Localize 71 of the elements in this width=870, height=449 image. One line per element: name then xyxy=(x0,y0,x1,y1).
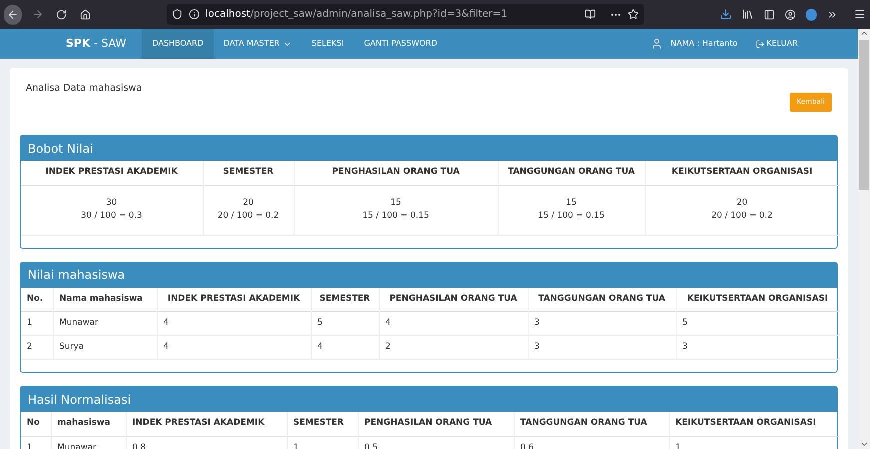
page-title: Analisa Data mahasiswa xyxy=(26,82,142,96)
column-header: INDEK PRESTASI AKADEMIK xyxy=(157,288,311,312)
scroll-up-icon[interactable] xyxy=(860,29,868,38)
table-cell: Surya xyxy=(53,336,157,360)
nav-item[interactable]: SELEKSI xyxy=(302,29,354,59)
forward-icon[interactable] xyxy=(32,8,44,21)
table-cell: 4 xyxy=(311,336,379,360)
table-cell: Munawar xyxy=(53,312,157,336)
sidebar-icon[interactable] xyxy=(764,8,775,20)
library-icon[interactable] xyxy=(742,8,754,21)
download-icon[interactable] xyxy=(720,8,732,21)
reader-icon[interactable] xyxy=(584,9,596,20)
address-bar[interactable]: localhost/project_saw/admin/analisa_saw.php?id=3&filter=1 xyxy=(166,4,644,25)
arrow-left-icon xyxy=(7,8,20,20)
column-header: SEMESTER xyxy=(203,161,294,185)
column-header: KEIKUTSERTAAN ORGANISASI xyxy=(645,161,839,185)
table-cell: 15 15 / 100 = 0.15 xyxy=(294,185,498,235)
table-cell: 5 xyxy=(676,312,839,336)
table-cell: 4 xyxy=(157,312,311,336)
menu-icon[interactable] xyxy=(854,8,866,21)
user-avatar-icon xyxy=(650,38,663,50)
nav-item[interactable]: DATA MASTER xyxy=(214,29,302,59)
column-header: INDEK PRESTASI AKADEMIK xyxy=(21,161,203,185)
table-cell: 1 xyxy=(21,312,53,336)
column-header: TANGGUNGAN ORANG TUA xyxy=(528,288,676,312)
column-header: SEMESTER xyxy=(311,288,379,312)
nav-item[interactable]: GANTI PASSWORD xyxy=(354,29,448,59)
table-cell: 4 xyxy=(157,336,311,360)
column-header: PENGHASILAN ORANG TUA xyxy=(358,412,514,436)
column-header: KEIKUTSERTAAN ORGANISASI xyxy=(669,412,839,436)
table-cell: 4 xyxy=(379,312,528,336)
shield-icon xyxy=(172,9,183,20)
table-cell: 3 xyxy=(528,312,676,336)
home-icon[interactable] xyxy=(80,8,91,20)
back-button[interactable] xyxy=(4,4,22,24)
extension-icon[interactable] xyxy=(806,8,817,20)
column-header: KEIKUTSERTAAN ORGANISASI xyxy=(676,288,839,312)
account-icon[interactable] xyxy=(784,8,796,20)
table-cell: 30 30 / 100 = 0.3 xyxy=(21,185,203,235)
reload-icon[interactable] xyxy=(56,8,68,20)
logout-icon xyxy=(756,40,765,48)
column-header: TANGGUNGAN ORANG TUA xyxy=(514,412,669,436)
logout-link[interactable]: KELUAR xyxy=(756,38,798,50)
table-cell: 2 xyxy=(379,336,528,360)
url-text: localhost/project_saw/admin/analisa_saw.php?id=3&filter=1 xyxy=(206,8,508,22)
column-header: mahasiswa xyxy=(51,412,126,436)
table-cell: 3 xyxy=(528,336,676,360)
bookmark-icon[interactable] xyxy=(628,9,639,20)
column-header: PENGHASILAN ORANG TUA xyxy=(294,161,498,185)
table-cell: 15 15 / 100 = 0.15 xyxy=(498,185,645,235)
scrollbar[interactable] xyxy=(858,29,870,449)
column-header: Nama mahasiswa xyxy=(53,288,157,312)
column-header: INDEK PRESTASI AKADEMIK xyxy=(126,412,287,436)
table-cell: 5 xyxy=(311,312,379,336)
table-cell: 2 xyxy=(21,336,53,360)
brand-logo[interactable]: SPK - SAW xyxy=(66,36,126,52)
panel-title: Hasil Normalisasi xyxy=(21,387,837,412)
column-header: No xyxy=(21,412,51,436)
info-icon xyxy=(188,9,200,20)
scroll-down-icon[interactable] xyxy=(860,440,868,449)
column-header: SEMESTER xyxy=(287,412,358,436)
column-header: TANGGUNGAN ORANG TUA xyxy=(498,161,645,185)
table-cell: 3 xyxy=(676,336,839,360)
column-header: PENGHASILAN ORANG TUA xyxy=(379,288,528,312)
table-cell: 20 20 / 100 = 0.2 xyxy=(203,185,294,235)
user-name: NAMA : Hartanto xyxy=(670,38,738,50)
table-cell: 20 20 / 100 = 0.2 xyxy=(645,185,839,235)
panel-title: Bobot Nilai xyxy=(21,136,837,161)
column-header: No. xyxy=(21,288,53,312)
nav-item[interactable]: DASHBOARD xyxy=(142,29,214,59)
panel-title: Nilai mahasiswa xyxy=(21,262,837,288)
